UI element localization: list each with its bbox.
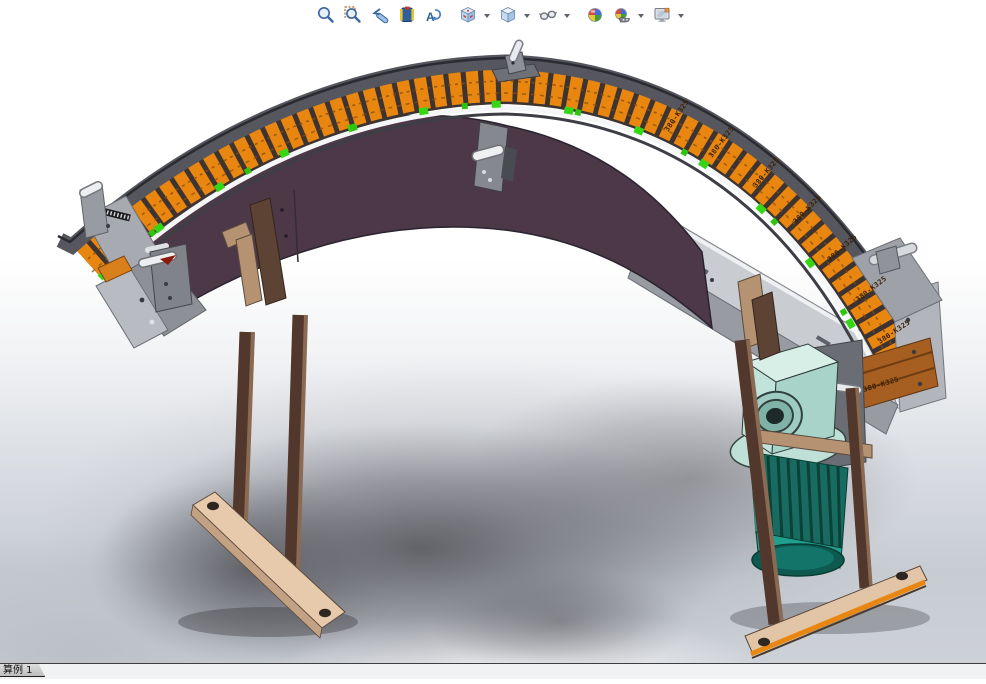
display-style-dropdown[interactable] — [524, 14, 530, 18]
dynamic-annotation-views-icon: A — [426, 9, 442, 24]
zoom-to-area-button[interactable] — [341, 3, 365, 27]
view-orientation-button[interactable] — [456, 3, 480, 27]
apply-scene-dropdown[interactable] — [638, 14, 644, 18]
hide-show-items-button[interactable] — [536, 3, 560, 27]
view-orientation-icon — [460, 7, 476, 23]
apply-scene-button[interactable] — [610, 3, 634, 27]
edit-appearance-icon — [588, 8, 602, 22]
view-settings-dropdown[interactable] — [678, 14, 684, 18]
section-view-button[interactable] — [395, 3, 419, 27]
heads-up-view-toolbar: A — [314, 2, 687, 28]
display-style-icon — [500, 7, 516, 23]
status-bar: 算例 1 — [0, 663, 986, 679]
zoom-to-fit-icon — [318, 7, 334, 23]
display-style-button[interactable] — [496, 3, 520, 27]
section-view-icon — [400, 6, 414, 22]
previous-view-icon — [372, 8, 389, 24]
apply-scene-icon — [615, 8, 630, 23]
zoom-to-area-icon — [344, 6, 361, 23]
model-canvas[interactable]: 380-K325 380-K325 380-K325 380-K325 380-… — [0, 0, 986, 684]
hide-show-items-dropdown[interactable] — [564, 14, 570, 18]
view-settings-button[interactable] — [650, 3, 674, 27]
previous-view-button[interactable] — [368, 3, 392, 27]
zoom-to-fit-button[interactable] — [314, 3, 338, 27]
graphics-viewport[interactable]: 380-K325 380-K325 380-K325 380-K325 380-… — [0, 0, 986, 684]
dynamic-annotation-views-button[interactable]: A — [422, 3, 446, 27]
hide-show-items-icon — [538, 10, 557, 21]
view-settings-icon — [654, 7, 670, 22]
motion-study-tab[interactable]: 算例 1 — [0, 664, 45, 677]
view-orientation-dropdown[interactable] — [484, 14, 490, 18]
edit-appearance-button[interactable] — [583, 3, 607, 27]
